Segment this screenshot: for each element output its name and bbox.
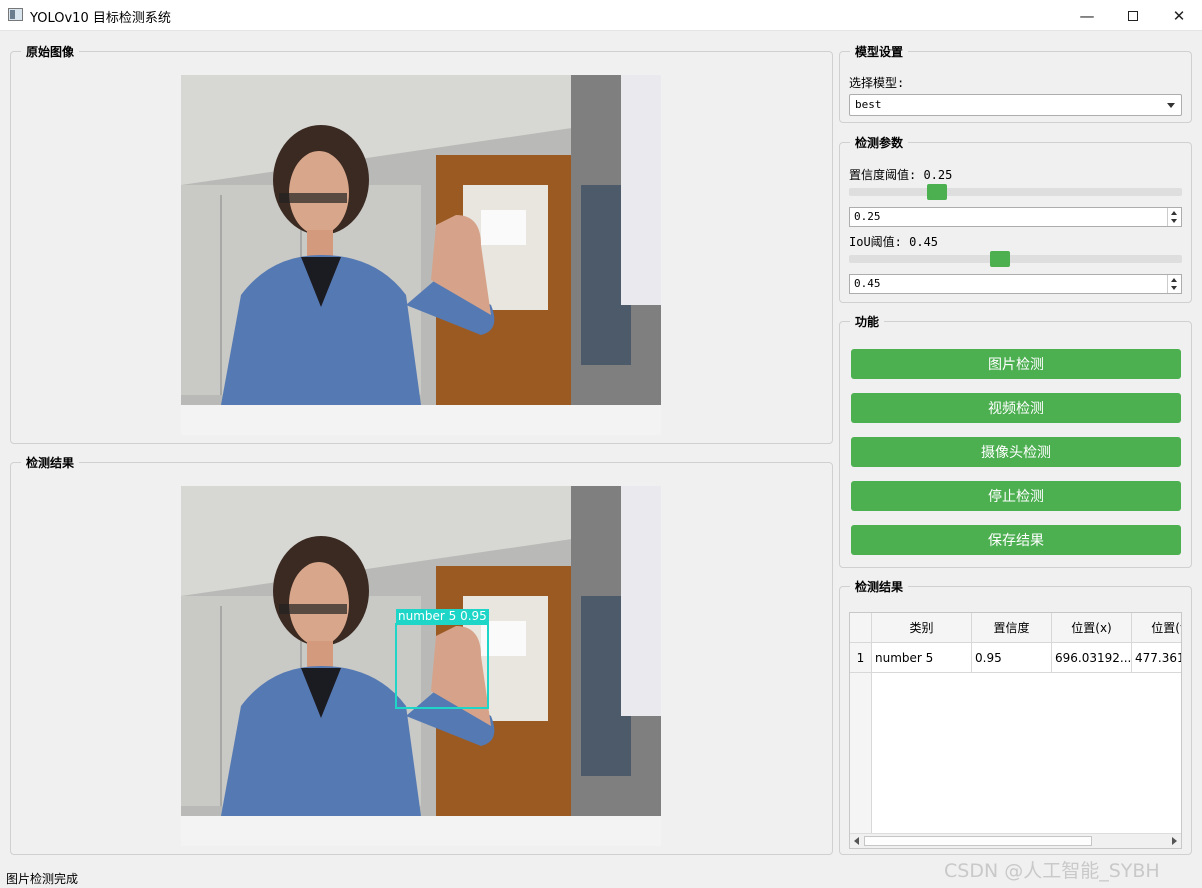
horizontal-scrollbar[interactable] [850, 833, 1181, 848]
model-select[interactable]: best [849, 94, 1182, 116]
app-icon [8, 8, 23, 21]
close-button[interactable]: ✕ [1156, 0, 1202, 31]
original-image-title: 原始图像 [21, 43, 80, 60]
iou-slider-handle[interactable] [990, 251, 1010, 267]
watermark: CSDN @人工智能_SYBH [944, 860, 1160, 882]
functions-title: 功能 [850, 313, 885, 330]
scrollbar-thumb[interactable] [864, 836, 1092, 846]
iou-spinbox[interactable]: 0.45 [849, 274, 1182, 294]
save-results-button[interactable]: 保存结果 [851, 525, 1181, 555]
original-image-scene [181, 75, 661, 435]
column-header-position-y[interactable]: 位置(y) [1132, 613, 1181, 643]
status-text: 图片检测完成 [6, 872, 79, 886]
maximize-button[interactable] [1110, 0, 1156, 31]
result-image: number 5 0.95 [181, 486, 661, 846]
video-detect-button[interactable]: 视频检测 [851, 393, 1181, 423]
table-cell-class[interactable]: number 5 [872, 643, 972, 673]
detection-label: number 5 0.95 [396, 609, 489, 623]
scroll-left-icon[interactable] [854, 837, 859, 845]
original-image [181, 75, 661, 435]
functions-panel: 功能 图片检测 视频检测 摄像头检测 停止检测 保存结果 [839, 313, 1192, 568]
spin-down-icon[interactable] [1171, 219, 1177, 223]
scroll-right-icon[interactable] [1172, 837, 1177, 845]
iou-slider[interactable] [849, 251, 1182, 267]
spin-up-icon[interactable] [1171, 278, 1177, 282]
minimize-button[interactable]: — [1064, 0, 1110, 31]
iou-spinbox-value: 0.45 [854, 277, 881, 290]
stop-detect-button[interactable]: 停止检测 [851, 481, 1181, 511]
model-settings-title: 模型设置 [850, 43, 909, 60]
confidence-spinbox[interactable]: 0.25 [849, 207, 1182, 227]
detection-result-title: 检测结果 [21, 454, 80, 471]
image-detect-button[interactable]: 图片检测 [851, 349, 1181, 379]
results-title: 检测结果 [850, 578, 909, 595]
spin-up-icon[interactable] [1171, 211, 1177, 215]
camera-detect-button[interactable]: 摄像头检测 [851, 437, 1181, 467]
results-panel: 检测结果 类别 置信度 位置(x) 位置(y) 1 number 5 0.95 … [839, 578, 1192, 855]
column-header-position-x[interactable]: 位置(x) [1052, 613, 1132, 643]
results-table[interactable]: 类别 置信度 位置(x) 位置(y) 1 number 5 0.95 696.0… [849, 612, 1182, 849]
table-cell-position-y[interactable]: 477.3611 [1132, 643, 1181, 673]
detection-result-panel: 检测结果 number 5 0.95 [10, 454, 833, 855]
confidence-spinbox-stepper[interactable] [1167, 208, 1181, 226]
row-header-area [850, 673, 872, 833]
chevron-down-icon [1167, 103, 1175, 108]
table-cell-position-x[interactable]: 696.03192... [1052, 643, 1132, 673]
detection-bounding-box: number 5 0.95 [395, 609, 489, 709]
row-header[interactable]: 1 [850, 643, 872, 673]
confidence-slider-handle[interactable] [927, 184, 947, 200]
spin-down-icon[interactable] [1171, 286, 1177, 290]
confidence-threshold-label: 置信度阈值: 0.25 [849, 168, 953, 182]
confidence-slider[interactable] [849, 184, 1182, 200]
model-select-value: best [855, 98, 882, 111]
window-title: YOLOv10 目标检测系统 [30, 11, 171, 26]
column-header-class[interactable]: 类别 [872, 613, 972, 643]
model-settings-panel: 模型设置 选择模型: best [839, 43, 1192, 123]
column-header-confidence[interactable]: 置信度 [972, 613, 1052, 643]
detection-params-title: 检测参数 [850, 134, 909, 151]
maximize-icon [1128, 10, 1138, 21]
title-bar: YOLOv10 目标检测系统 — ✕ [0, 0, 1202, 31]
table-cell-confidence[interactable]: 0.95 [972, 643, 1052, 673]
iou-threshold-label: IoU阈值: 0.45 [849, 235, 939, 249]
original-image-panel: 原始图像 [10, 43, 833, 444]
iou-spinbox-stepper[interactable] [1167, 275, 1181, 293]
table-corner-button[interactable] [850, 613, 872, 643]
select-model-label: 选择模型: [849, 76, 905, 90]
detection-params-panel: 检测参数 置信度阈值: 0.25 0.25 IoU阈值: 0.45 0.45 [839, 134, 1192, 303]
confidence-spinbox-value: 0.25 [854, 210, 881, 223]
